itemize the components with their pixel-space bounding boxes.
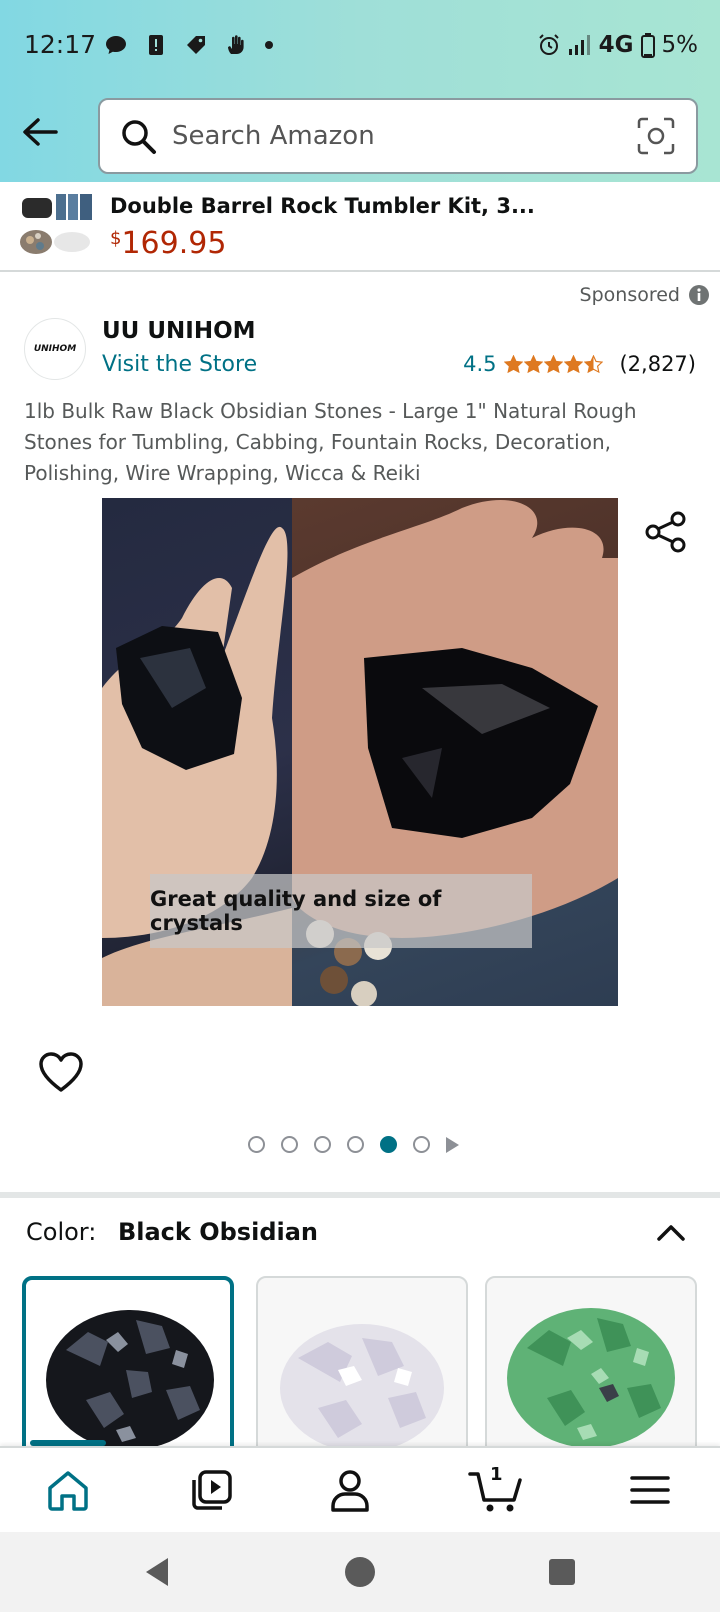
image-caption: Great quality and size of crystals	[150, 874, 532, 948]
back-button[interactable]	[16, 108, 64, 156]
rating-stars	[504, 354, 604, 374]
video-icon[interactable]	[190, 1466, 238, 1514]
product-title: 1lb Bulk Raw Black Obsidian Stones - Lar…	[24, 399, 637, 485]
menu-icon[interactable]	[626, 1466, 674, 1514]
product-image[interactable]: Great quality and size of crystals	[102, 498, 618, 1006]
rock-tumbler-thumbnail	[16, 190, 96, 262]
tag-icon	[187, 36, 205, 54]
notification-icons	[104, 30, 274, 60]
swatch-clear-quartz[interactable]	[256, 1276, 468, 1466]
account-icon[interactable]	[326, 1466, 374, 1514]
color-selector-heading: Color: Black Obsidian	[26, 1218, 318, 1246]
system-status-icons: 4G 5%	[537, 30, 698, 60]
clear-quartz-swatch-image	[280, 1324, 444, 1452]
battery-icon	[640, 33, 655, 58]
battery-level: 5%	[661, 32, 699, 58]
signal-icon	[568, 35, 590, 55]
status-bar: 12:17 4G 5%	[0, 0, 720, 90]
brand-logo-text: UNIHOM	[33, 344, 77, 354]
black-obsidian-swatch-image	[46, 1310, 214, 1450]
back-arrow-icon	[23, 118, 58, 146]
banner-product-price: $ 169.95	[110, 226, 226, 261]
visit-store-link[interactable]: Visit the Store	[102, 352, 257, 377]
selected-color-value: Black Obsidian	[117, 1218, 319, 1246]
carousel-dot[interactable]	[281, 1136, 298, 1153]
system-recents-icon[interactable]	[544, 1554, 580, 1590]
review-count[interactable]: (2,827)	[619, 352, 696, 376]
sponsored-product-banner[interactable]: Double Barrel Rock Tumbler Kit, 3... $ 1…	[0, 182, 720, 272]
product-rating[interactable]: 4.5 (2,827)	[463, 352, 696, 376]
hand-icon	[228, 35, 244, 54]
status-time: 12:17	[24, 30, 97, 59]
search-bar[interactable]	[98, 98, 698, 174]
carousel-dot[interactable]	[347, 1136, 364, 1153]
system-navigation-bar	[0, 1532, 720, 1612]
star-half-icon	[584, 354, 604, 373]
swatch-green-fluorite[interactable]	[485, 1276, 697, 1466]
star-full-icon	[524, 354, 544, 373]
home-icon[interactable]	[44, 1466, 92, 1514]
search-icon	[122, 120, 156, 154]
brand-name: UU UNIHOM	[102, 318, 256, 344]
more-notifications-dot-icon	[265, 41, 273, 49]
carousel-dot[interactable]	[248, 1136, 265, 1153]
sponsored-text: Sponsored	[579, 284, 680, 306]
chat-icon	[106, 36, 126, 54]
info-icon[interactable]	[688, 284, 710, 306]
star-full-icon	[504, 354, 524, 373]
wishlist-heart-icon[interactable]	[38, 1050, 84, 1096]
bottom-navigation: 1	[0, 1446, 720, 1532]
price-amount: 169.95	[121, 226, 227, 261]
sponsored-label[interactable]: Sponsored	[580, 284, 710, 306]
cart-button[interactable]: 1	[468, 1464, 528, 1514]
carousel-dot[interactable]	[413, 1136, 430, 1153]
carousel-dot[interactable]	[314, 1136, 331, 1153]
color-label: Color:	[26, 1218, 97, 1246]
carousel-dot[interactable]	[380, 1136, 397, 1153]
color-swatches	[22, 1276, 720, 1466]
search-input[interactable]	[172, 114, 622, 158]
alert-icon	[149, 35, 163, 55]
banner-product-title[interactable]: Double Barrel Rock Tumbler Kit, 3...	[110, 194, 535, 218]
star-full-icon	[564, 354, 584, 373]
section-divider	[0, 1192, 720, 1198]
cart-count: 1	[490, 1464, 503, 1485]
price-currency: $	[110, 228, 122, 249]
green-fluorite-swatch-image	[507, 1308, 675, 1448]
rating-value: 4.5	[463, 352, 497, 376]
star-full-icon	[544, 354, 564, 373]
carousel-play-icon[interactable]	[446, 1136, 459, 1153]
chevron-up-icon[interactable]	[654, 1216, 688, 1250]
image-carousel-dots[interactable]	[248, 1136, 459, 1153]
brand-logo[interactable]: UNIHOM	[24, 318, 86, 380]
alarm-icon	[538, 34, 559, 55]
system-back-icon[interactable]	[140, 1554, 176, 1590]
system-home-icon[interactable]	[342, 1554, 378, 1590]
camera-scan-icon[interactable]	[636, 116, 676, 156]
share-icon[interactable]	[644, 510, 688, 554]
swatch-black-obsidian[interactable]	[22, 1276, 234, 1466]
network-type: 4G	[598, 32, 634, 58]
